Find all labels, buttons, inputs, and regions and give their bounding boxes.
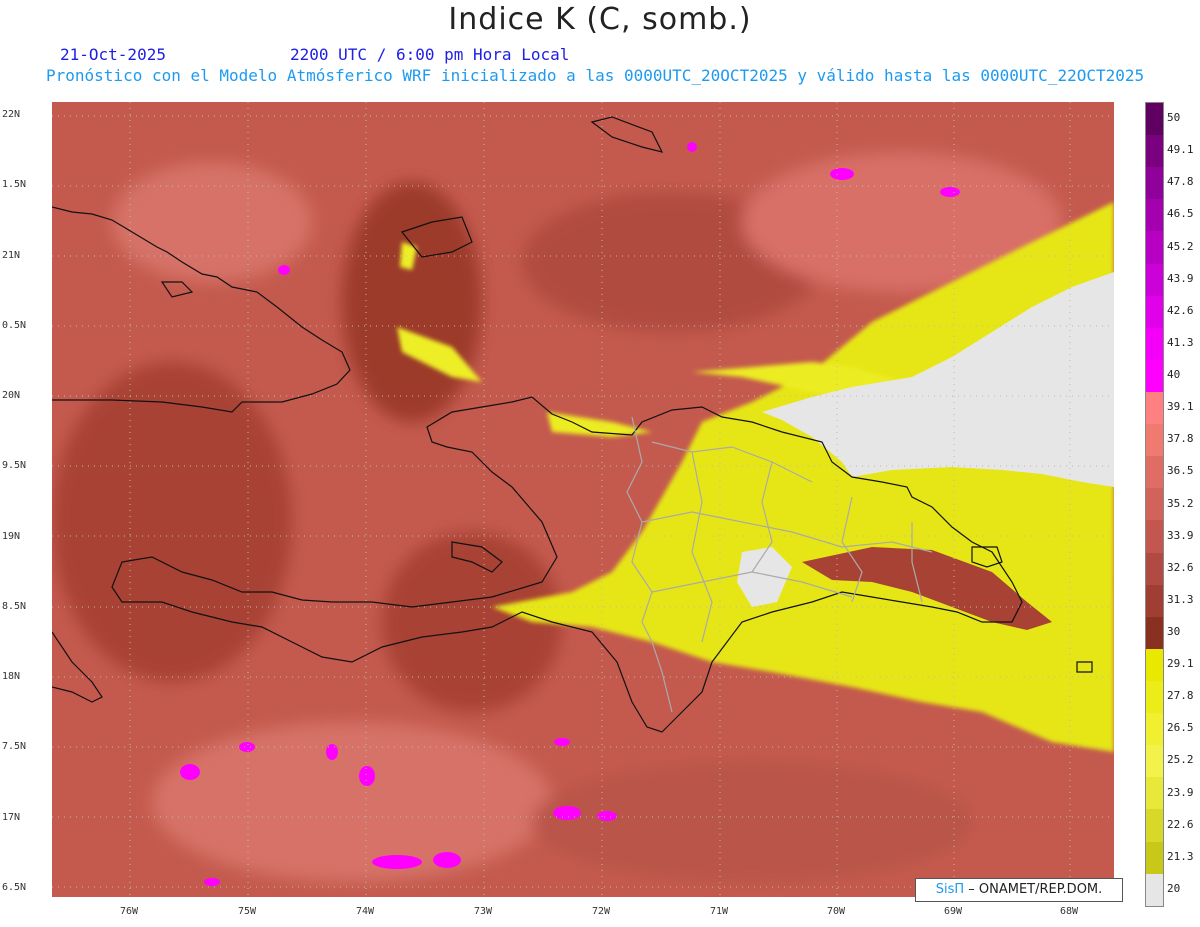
colorbar-label: 50 <box>1167 111 1181 125</box>
colorbar-swatch <box>1146 488 1163 521</box>
colorbar-label: 37.8 <box>1167 432 1194 446</box>
lon-label: 71W <box>710 906 729 917</box>
colorbar-label: 20 <box>1167 881 1181 895</box>
colorbar-swatch <box>1146 745 1163 778</box>
lat-label: 20N <box>2 390 21 401</box>
colorbar <box>1145 102 1164 907</box>
lon-label: 69W <box>944 906 963 917</box>
colorbar-swatch <box>1146 552 1163 585</box>
colorbar-label: 30 <box>1167 624 1181 638</box>
colorbar-swatch <box>1146 456 1163 489</box>
colorbar-label: 39.1 <box>1167 400 1194 414</box>
colorbar-label: 35.2 <box>1167 496 1194 510</box>
lat-label: 17N <box>2 812 21 823</box>
colorbar-label: 23.9 <box>1167 785 1194 799</box>
lat-label: 22N <box>2 109 21 120</box>
colorbar-swatch <box>1146 167 1163 200</box>
credit-brand: SisΠ <box>935 882 965 897</box>
colorbar-label: 27.8 <box>1167 689 1194 703</box>
forecast-time: 2200 UTC / 6:00 pm Hora Local <box>290 45 570 64</box>
forecast-date: 21-Oct-2025 <box>60 45 166 64</box>
colorbar-swatch <box>1146 231 1163 264</box>
lon-label: 75W <box>238 906 257 917</box>
lat-label: 21N <box>2 250 21 261</box>
lat-label: 6.5N <box>2 882 27 893</box>
lat-label: 1.5N <box>2 179 27 190</box>
lon-label: 70W <box>827 906 846 917</box>
colorbar-label: 33.9 <box>1167 528 1194 542</box>
colorbar-swatch <box>1146 135 1163 168</box>
map-title: Indice K (C, somb.) <box>448 2 752 37</box>
colorbar-label: 31.3 <box>1167 592 1194 606</box>
colorbar-swatch <box>1146 584 1163 617</box>
colorbar-swatch <box>1146 809 1163 842</box>
colorbar-swatch <box>1146 359 1163 392</box>
colorbar-label: 32.6 <box>1167 560 1194 574</box>
colorbar-label: 43.9 <box>1167 271 1194 285</box>
credit-text: – ONAMET/REP.DOM. <box>964 882 1103 897</box>
colorbar-swatch <box>1146 873 1163 906</box>
colorbar-label: 42.6 <box>1167 303 1194 317</box>
lon-label: 68W <box>1060 906 1079 917</box>
colorbar-swatch <box>1146 327 1163 360</box>
colorbar-swatch <box>1146 648 1163 681</box>
colorbar-swatch <box>1146 103 1163 136</box>
colorbar-swatch <box>1146 295 1163 328</box>
colorbar-swatch <box>1146 520 1163 553</box>
colorbar-label: 22.6 <box>1167 817 1194 831</box>
colorbar-swatch <box>1146 391 1163 425</box>
colorbar-swatch <box>1146 713 1163 746</box>
k-index-map <box>52 102 1114 897</box>
colorbar-label: 36.5 <box>1167 464 1194 478</box>
colorbar-swatch <box>1146 680 1163 714</box>
colorbar-swatch <box>1146 777 1163 810</box>
forecast-description: Pronóstico con el Modelo Atmósferico WRF… <box>46 66 1145 85</box>
credit-box: SisΠ – ONAMET/REP.DOM. <box>915 878 1123 902</box>
lat-label: 19N <box>2 531 21 542</box>
lat-label: 18N <box>2 671 21 682</box>
lon-label: 74W <box>356 906 375 917</box>
lon-label: 73W <box>474 906 493 917</box>
colorbar-label: 40 <box>1167 368 1181 382</box>
lat-label: 9.5N <box>2 460 27 471</box>
colorbar-label: 29.1 <box>1167 657 1194 671</box>
colorbar-label: 45.2 <box>1167 239 1194 253</box>
colorbar-label: 47.8 <box>1167 175 1194 189</box>
colorbar-label: 41.3 <box>1167 335 1194 349</box>
lat-label: 8.5N <box>2 601 27 612</box>
colorbar-swatch <box>1146 841 1163 874</box>
colorbar-label: 49.1 <box>1167 143 1194 157</box>
colorbar-swatch <box>1146 199 1163 232</box>
colorbar-label: 26.5 <box>1167 721 1194 735</box>
lat-label: 7.5N <box>2 741 27 752</box>
colorbar-label: 46.5 <box>1167 207 1194 221</box>
colorbar-label: 21.3 <box>1167 849 1194 863</box>
colorbar-swatch <box>1146 616 1163 649</box>
lon-label: 72W <box>592 906 611 917</box>
lon-label: 76W <box>120 906 139 917</box>
lat-label: 0.5N <box>2 320 27 331</box>
colorbar-swatch <box>1146 263 1163 296</box>
colorbar-swatch <box>1146 424 1163 457</box>
colorbar-label: 25.2 <box>1167 753 1194 767</box>
